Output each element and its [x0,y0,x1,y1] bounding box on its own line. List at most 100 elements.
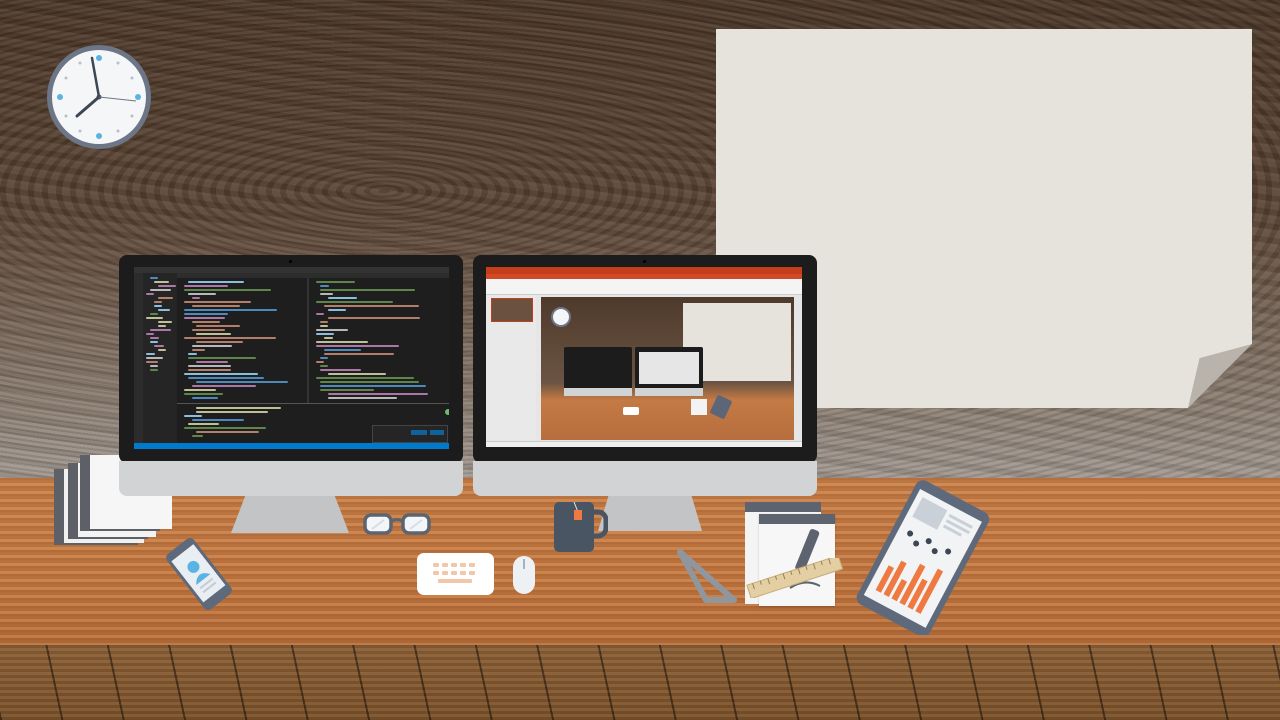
code-line [192,419,244,421]
code-line [188,377,264,379]
code-line [328,317,420,319]
code-line [184,393,223,395]
presentation-app-screen [486,267,802,447]
code-line [150,277,158,279]
code-line [320,289,415,291]
code-line [320,369,361,371]
code-line [154,345,164,347]
mug-icon [554,501,608,552]
code-line [192,397,218,399]
code-line [328,373,386,375]
code-line [316,377,414,379]
code-line [154,305,162,307]
code-line [184,337,276,339]
code-line [188,365,231,367]
code-line [158,321,172,323]
code-line [196,381,288,383]
code-line [192,329,225,331]
code-line [316,301,393,303]
code-line [184,415,202,417]
code-line [158,325,166,327]
tablet-chart-icon [856,480,990,635]
code-line [196,431,259,433]
code-line [316,345,399,347]
code-line [320,321,328,323]
code-line [320,357,328,359]
code-line [154,301,162,303]
code-line [188,357,256,359]
code-line [146,293,154,295]
code-line [320,285,329,287]
code-line [158,285,176,287]
code-line [150,337,159,339]
code-line [184,389,216,391]
ribbon-toolbar [486,279,802,295]
code-line [316,361,324,363]
code-line [146,317,163,319]
code-line [196,325,240,327]
code-line [188,423,219,425]
code-line [146,353,155,355]
code-line [324,349,361,351]
code-line [184,427,266,429]
code-line [328,397,397,399]
code-line [316,281,355,283]
code-line [188,369,231,371]
code-line [184,309,277,311]
code-line [184,317,225,319]
mouse-icon [513,556,535,594]
status-bar [486,441,802,447]
code-line [320,293,333,295]
code-line [158,297,173,299]
code-line [150,313,158,315]
code-line [328,309,346,311]
code-line [184,313,228,315]
slide-thumbnail[interactable] [491,298,533,322]
code-line [188,353,197,355]
code-line [184,301,251,303]
code-line [320,325,328,327]
code-line [146,357,163,359]
code-line [192,297,200,299]
code-line [192,345,232,347]
code-line [324,337,333,339]
phone-icon [166,537,232,611]
wooden-floor [0,645,1280,720]
code-line [324,353,394,355]
code-line [154,281,169,283]
code-line [150,341,158,343]
code-line [316,313,324,315]
code-line [320,385,426,387]
glasses-icon [363,513,431,535]
code-line [316,341,368,343]
code-line [158,349,166,351]
code-line [320,389,374,391]
code-line [192,385,256,387]
code-line [146,361,158,363]
code-line [320,381,419,383]
right-monitor-stand [598,496,702,531]
code-line [150,369,158,371]
code-line [150,365,158,367]
code-line [150,289,171,291]
code-line [328,297,357,299]
code-line [192,305,240,307]
code-line [196,407,281,409]
code-line [316,333,334,335]
keyboard-icon [417,553,494,595]
code-line [192,321,220,323]
code-line [328,393,428,395]
code-editor-screen [134,267,449,449]
code-line [188,281,244,283]
wall-clock-icon [47,45,151,149]
left-monitor-stand [231,496,349,533]
code-line [146,333,154,335]
slide-canvas [541,297,794,440]
set-square-icon [677,549,737,603]
ruler-icon [746,558,844,598]
code-line [196,411,268,413]
code-line [158,309,170,311]
code-line [188,293,216,295]
code-line [196,341,243,343]
code-line [184,373,258,375]
